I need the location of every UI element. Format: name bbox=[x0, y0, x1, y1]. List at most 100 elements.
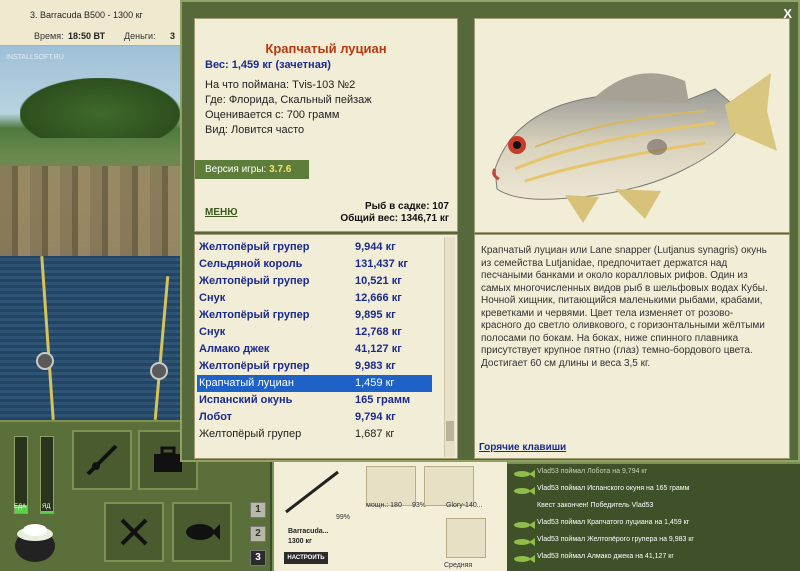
food-gauge-label: ЕДА bbox=[14, 504, 27, 510]
catch-fish-name: Сельдяной король bbox=[199, 258, 303, 270]
catch-fish-name: Желтопёрый групер bbox=[199, 241, 310, 253]
catch-fish-weight: 41,127 кг bbox=[355, 343, 402, 355]
chat-message: Vlad53 поймал Испанского окуня на 165 гр… bbox=[537, 485, 690, 492]
catch-row[interactable]: Желтопёрый групер 9,944 кг bbox=[197, 239, 432, 256]
fishing-scene[interactable]: INSTALLSOFT.RU bbox=[0, 46, 182, 420]
catch-fish-weight: 12,768 кг bbox=[355, 326, 402, 338]
rod-thumbnail-icon[interactable] bbox=[282, 468, 342, 516]
catch-fish-name: Желтопёрый групер bbox=[199, 428, 302, 440]
rod-condition: 99% bbox=[336, 514, 351, 521]
tackle-panel: 99% Barracuda... 1300 кг НАСТРОИТЬ мощн.… bbox=[272, 462, 507, 571]
catch-fish-weight: 9,895 кг bbox=[355, 309, 396, 321]
watermark: INSTALLSOFT.RU bbox=[6, 54, 64, 61]
fish-info-dialog: X Крапчатый луциан Вес: 1,459 кг (зачетн… bbox=[180, 0, 800, 462]
catch-location: Где: Флорида, Скальный пейзаж bbox=[205, 94, 372, 106]
catch-fish-name: Снук bbox=[199, 326, 226, 338]
status-bar: 3. Barracuda B500 - 1300 кг Время: 18:50… bbox=[0, 0, 182, 46]
chat-message: Vlad53 поймал Желтопёрого групера на 9,9… bbox=[537, 536, 694, 543]
catch-fish-name: Желтопёрый групер bbox=[199, 275, 310, 287]
reel-power: мощн.: 180 bbox=[366, 502, 402, 509]
fish-catalog-button[interactable] bbox=[172, 502, 232, 562]
lure-type: Средняя bbox=[444, 562, 473, 569]
catch-row[interactable]: Снук 12,666 кг bbox=[197, 290, 432, 307]
total-weight: Общий вес: 1346,71 кг bbox=[340, 213, 449, 224]
slot-2-button[interactable]: 2 bbox=[250, 526, 266, 542]
event-log: Vlad53 поймал Лобота на 9,794 кг Vlad53 п… bbox=[507, 462, 800, 571]
slot-1-button[interactable]: 1 bbox=[250, 502, 266, 518]
money-label: Деньги: bbox=[124, 31, 156, 41]
fish-info-panel: Крапчатый луциан Вес: 1,459 кг (зачетная… bbox=[194, 18, 458, 232]
lure-slot[interactable] bbox=[446, 518, 486, 558]
rod-icon bbox=[86, 444, 118, 476]
catch-fish-name: Лобот bbox=[199, 411, 233, 423]
catch-row[interactable]: Алмако джек 41,127 кг bbox=[197, 341, 432, 358]
catch-fish-weight: 9,944 кг bbox=[355, 241, 396, 253]
kitchen-button[interactable] bbox=[104, 502, 164, 562]
catch-list-scrollbar[interactable] bbox=[444, 237, 455, 457]
lane-snapper-image bbox=[492, 73, 777, 223]
chat-message: Vlad53 поймал Алмако джека на 41,127 кг bbox=[537, 553, 674, 560]
catch-row[interactable]: Желтопёрый групер 9,983 кг bbox=[197, 358, 432, 375]
catch-list[interactable]: Желтопёрый групер 9,944 кг Сельдяной корол… bbox=[194, 234, 458, 459]
catch-fish-weight: 1,687 кг bbox=[355, 428, 395, 440]
chat-fish-icon bbox=[514, 538, 535, 546]
boat-label: 3. Barracuda B500 - 1300 кг bbox=[30, 10, 143, 20]
money-value: 3 bbox=[170, 31, 176, 41]
chat-message: Vlad53 поймал Лобота на 9,794 кг bbox=[537, 468, 648, 475]
line-slot[interactable] bbox=[424, 466, 474, 506]
catch-row[interactable]: Лобот 9,794 кг bbox=[197, 409, 432, 426]
chat-fish-icon bbox=[514, 521, 535, 529]
catch-fish-weight: 9,794 кг bbox=[355, 411, 396, 423]
menu-button[interactable]: МЕНЮ bbox=[205, 207, 238, 218]
catch-row[interactable]: Желтопёрый групер 1,687 кг bbox=[197, 426, 432, 443]
reel-left-icon bbox=[36, 352, 54, 370]
catch-row[interactable]: Снук 12,768 кг bbox=[197, 324, 432, 341]
chat-message: Vlad53 поймал Крапчатого луциана на 1,45… bbox=[537, 519, 690, 526]
hotkeys-link[interactable]: Горячие клавиши bbox=[479, 442, 566, 453]
fish-icon bbox=[186, 524, 220, 540]
sea bbox=[0, 256, 182, 420]
fish-image-panel bbox=[474, 18, 790, 233]
catch-row[interactable]: Крапчатый луциан 1,459 кг bbox=[197, 375, 432, 392]
catch-row[interactable]: Желтопёрый групер 10,521 кг bbox=[197, 273, 432, 290]
scrollbar-thumb[interactable] bbox=[446, 421, 454, 441]
rod-weight: 1300 кг bbox=[288, 538, 312, 545]
setup-button[interactable]: НАСТРОИТЬ bbox=[284, 552, 328, 564]
time-value: 18:50 ВТ bbox=[68, 31, 106, 41]
catch-frequency: Вид: Ловится часто bbox=[205, 124, 305, 136]
poison-gauge-label: ЯД bbox=[42, 504, 51, 510]
catch-fish-weight: 1,459 кг bbox=[355, 377, 395, 389]
reel-right-icon bbox=[150, 362, 168, 380]
rod-name: Barracuda... bbox=[288, 528, 329, 535]
slot-3-button[interactable]: 3 bbox=[250, 550, 266, 566]
fish-title: Крапчатый луциан bbox=[265, 41, 387, 56]
catch-fish-name: Снук bbox=[199, 292, 226, 304]
island bbox=[20, 78, 180, 138]
catch-row[interactable]: Желтопёрый групер 9,895 кг bbox=[197, 307, 432, 324]
catch-fish-name: Желтопёрый групер bbox=[199, 360, 310, 372]
poison-gauge bbox=[40, 436, 54, 514]
game-version: Версия игры: 3.7.6 bbox=[195, 160, 309, 179]
catch-fish-weight: 131,437 кг bbox=[355, 258, 408, 270]
rods-button[interactable] bbox=[72, 430, 132, 490]
rock-cliff bbox=[0, 166, 182, 256]
catch-fish-name: Испанский окунь bbox=[199, 394, 293, 406]
chat-fish-icon bbox=[514, 555, 535, 563]
catch-fish-name: Алмако джек bbox=[199, 343, 270, 355]
catch-fish-name: Желтопёрый групер bbox=[199, 309, 310, 321]
fish-weight: Вес: 1,459 кг (зачетная) bbox=[205, 59, 331, 71]
time-label: Время: bbox=[34, 31, 64, 41]
cauldron-icon[interactable] bbox=[10, 516, 60, 566]
fish-description: Крапчатый луциан или Lane snapper (Lutja… bbox=[481, 245, 768, 369]
chat-message: Квест закончен! Победитель Vlad53 bbox=[537, 502, 654, 509]
catch-row[interactable]: Сельдяной король 131,437 кг bbox=[197, 256, 432, 273]
catch-row[interactable]: Испанский окунь 165 грамм bbox=[197, 392, 432, 409]
lure-name: Glory-140... bbox=[446, 502, 483, 509]
catch-fish-weight: 9,983 кг bbox=[355, 360, 396, 372]
catch-fish-weight: 12,666 кг bbox=[355, 292, 402, 304]
chat-fish-icon bbox=[514, 487, 535, 495]
reel-slot[interactable] bbox=[366, 466, 416, 506]
caught-with: На что поймана: Tvis-103 №2 bbox=[205, 79, 356, 91]
fish-description-panel: Крапчатый луциан или Lane snapper (Lutja… bbox=[474, 234, 790, 459]
chat-fish-icon bbox=[514, 470, 535, 478]
